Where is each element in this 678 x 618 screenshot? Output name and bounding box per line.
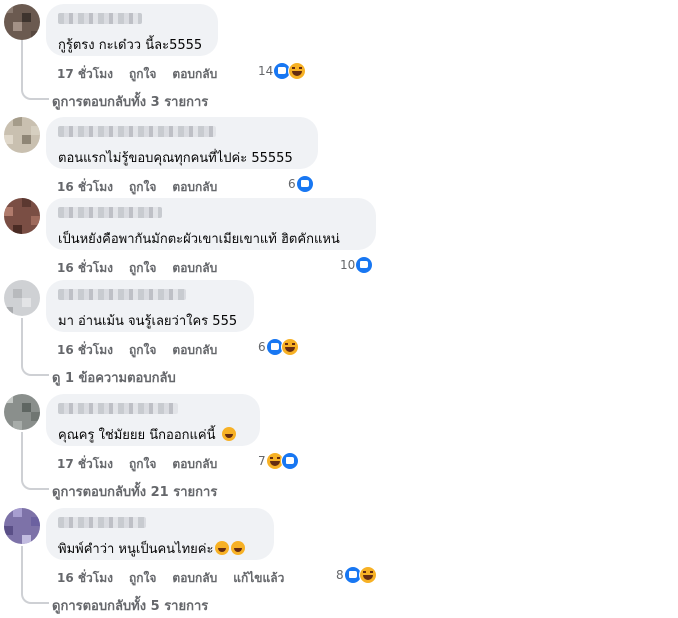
reply-button[interactable]: ตอบกลับ: [172, 571, 217, 585]
haha-reaction-icon: [280, 338, 299, 356]
comment-text: กูรู้ตรง กะเด๋วว นี้ละ5555: [58, 38, 203, 53]
haha-reaction-icon: [358, 566, 377, 584]
reply-button[interactable]: ตอบกลับ: [172, 67, 217, 81]
author-name-blurred[interactable]: [58, 126, 216, 137]
haha-reaction-icon: [288, 62, 307, 80]
reaction-summary[interactable]: 10: [340, 256, 374, 274]
thread-line: [21, 592, 49, 604]
comment-actions: 16 ชั่วโมง ถูกใจ ตอบกลับ: [57, 178, 233, 197]
comment-actions: 17 ชั่วโมง ถูกใจ ตอบกลับ: [57, 65, 233, 84]
view-replies-link[interactable]: ดู 1 ข้อความตอบกลับ: [52, 367, 176, 388]
reaction-summary[interactable]: 7: [258, 452, 299, 470]
like-button[interactable]: ถูกใจ: [129, 180, 156, 194]
like-button[interactable]: ถูกใจ: [129, 343, 156, 357]
like-reaction-icon: [280, 452, 299, 470]
thread-line: [21, 88, 49, 100]
author-name-blurred[interactable]: [58, 207, 162, 218]
author-name-blurred[interactable]: [58, 403, 178, 414]
reaction-count: 14: [258, 64, 274, 78]
comment-bubble: เป็นหยังคือพากันมักตะผัวเขาเมียเขาแท้ ฮิ…: [46, 198, 376, 250]
thread-line: [21, 546, 23, 592]
author-name-blurred[interactable]: [58, 13, 142, 24]
reply-button[interactable]: ตอบกลับ: [172, 261, 217, 275]
avatar[interactable]: [4, 117, 40, 153]
like-button[interactable]: ถูกใจ: [129, 67, 156, 81]
like-button[interactable]: ถูกใจ: [129, 261, 156, 275]
edited-label[interactable]: แก้ไขแล้ว: [233, 571, 284, 585]
view-replies-link[interactable]: ดูการตอบกลับทั้ง 5 รายการ: [52, 595, 208, 616]
author-name-blurred[interactable]: [58, 289, 186, 300]
comment-actions: 17 ชั่วโมง ถูกใจ ตอบกลับ: [57, 455, 233, 474]
avatar[interactable]: [4, 4, 40, 40]
avatar[interactable]: [4, 394, 40, 430]
timestamp[interactable]: 16 ชั่วโมง: [57, 571, 113, 585]
author-name-blurred[interactable]: [58, 517, 146, 528]
avatar[interactable]: [4, 508, 40, 544]
comment-text: มา อ่านเม้น จนรู้เลยว่าใคร 555: [58, 314, 238, 329]
thread-line: [21, 364, 49, 376]
comment-actions: 16 ชั่วโมง ถูกใจ ตอบกลับ แก้ไขแล้ว: [57, 569, 300, 588]
comment-text: พิมพ์คำว่า หนูเป็นคนไทยค่ะ: [58, 538, 246, 559]
view-replies-link[interactable]: ดูการตอบกลับทั้ง 3 รายการ: [52, 91, 208, 112]
thread-line: [21, 40, 23, 88]
reaction-count: 8: [336, 568, 344, 582]
thread-line: [21, 318, 23, 364]
reaction-summary[interactable]: 8: [336, 566, 377, 584]
rolling-on-floor-laughing-icon: [215, 541, 230, 555]
reply-button[interactable]: ตอบกลับ: [172, 180, 217, 194]
reaction-summary[interactable]: 6: [288, 175, 314, 193]
comment-bubble: ตอนแรกไม่รู้ขอบคุณทุกคนที่ไปค่ะ 55555: [46, 117, 318, 169]
reaction-count: 6: [258, 340, 266, 354]
timestamp[interactable]: 17 ชั่วโมง: [57, 457, 113, 471]
timestamp[interactable]: 16 ชั่วโมง: [57, 180, 113, 194]
like-button[interactable]: ถูกใจ: [129, 457, 156, 471]
timestamp[interactable]: 16 ชั่วโมง: [57, 261, 113, 275]
thread-line: [21, 478, 49, 490]
like-reaction-icon: [355, 256, 374, 274]
comment-actions: 16 ชั่วโมง ถูกใจ ตอบกลับ: [57, 259, 233, 278]
timestamp[interactable]: 17 ชั่วโมง: [57, 67, 113, 81]
reaction-count: 6: [288, 177, 296, 191]
view-replies-link[interactable]: ดูการตอบกลับทั้ง 21 รายการ: [52, 481, 217, 502]
avatar[interactable]: [4, 280, 40, 316]
like-reaction-icon: [295, 175, 314, 193]
comment-text: คุณครู ใช่มัยยย นึกออกแค่นี้: [58, 424, 236, 445]
comment-bubble: พิมพ์คำว่า หนูเป็นคนไทยค่ะ: [46, 508, 274, 560]
reaction-count: 7: [258, 454, 266, 468]
grinning-squinting-face-icon: [221, 427, 236, 441]
comment-text: ตอนแรกไม่รู้ขอบคุณทุกคนที่ไปค่ะ 55555: [58, 151, 293, 166]
rolling-on-floor-laughing-icon: [231, 541, 246, 555]
reaction-summary[interactable]: 14: [258, 62, 307, 80]
thread-line: [21, 432, 23, 478]
comment-bubble: มา อ่านเม้น จนรู้เลยว่าใคร 555: [46, 280, 254, 332]
timestamp[interactable]: 16 ชั่วโมง: [57, 343, 113, 357]
comment-bubble: กูรู้ตรง กะเด๋วว นี้ละ5555: [46, 4, 218, 56]
reaction-count: 10: [340, 258, 356, 272]
comment-text: เป็นหยังคือพากันมักตะผัวเขาเมียเขาแท้ ฮิ…: [58, 232, 340, 247]
reply-button[interactable]: ตอบกลับ: [172, 343, 217, 357]
avatar[interactable]: [4, 198, 40, 234]
comment-bubble: คุณครู ใช่มัยยย นึกออกแค่นี้: [46, 394, 260, 446]
reaction-summary[interactable]: 6: [258, 338, 299, 356]
like-button[interactable]: ถูกใจ: [129, 571, 156, 585]
comment-actions: 16 ชั่วโมง ถูกใจ ตอบกลับ: [57, 341, 233, 360]
reply-button[interactable]: ตอบกลับ: [172, 457, 217, 471]
